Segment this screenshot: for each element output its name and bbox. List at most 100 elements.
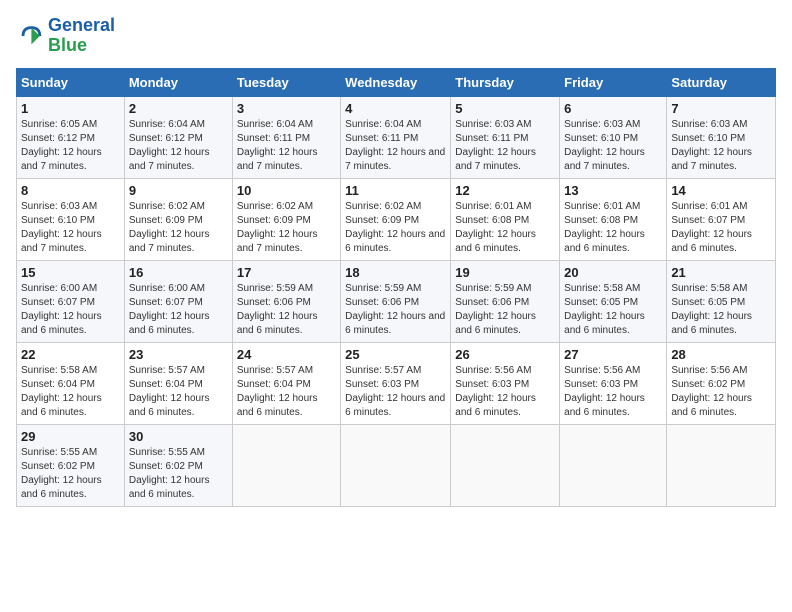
day-number: 22 [21,347,120,362]
day-info: Sunrise: 6:02 AM Sunset: 6:09 PM Dayligh… [237,200,336,256]
calendar-cell: 8 Sunrise: 6:03 AM Sunset: 6:10 PM Dayli… [17,178,125,260]
day-info: Sunrise: 5:58 AM Sunset: 6:05 PM Dayligh… [564,282,662,338]
day-number: 27 [564,347,662,362]
calendar-cell: 17 Sunrise: 5:59 AM Sunset: 6:06 PM Dayl… [232,260,340,342]
calendar-cell [341,424,451,506]
day-info: Sunrise: 5:57 AM Sunset: 6:03 PM Dayligh… [345,364,446,420]
day-number: 24 [237,347,336,362]
day-number: 12 [455,183,555,198]
calendar-cell: 15 Sunrise: 6:00 AM Sunset: 6:07 PM Dayl… [17,260,125,342]
calendar-cell: 16 Sunrise: 6:00 AM Sunset: 6:07 PM Dayl… [124,260,232,342]
calendar-cell [667,424,776,506]
day-number: 19 [455,265,555,280]
weekday-header-saturday: Saturday [667,68,776,96]
day-number: 30 [129,429,228,444]
day-number: 23 [129,347,228,362]
calendar-week-row: 8 Sunrise: 6:03 AM Sunset: 6:10 PM Dayli… [17,178,776,260]
calendar-cell: 25 Sunrise: 5:57 AM Sunset: 6:03 PM Dayl… [341,342,451,424]
calendar-cell: 24 Sunrise: 5:57 AM Sunset: 6:04 PM Dayl… [232,342,340,424]
day-info: Sunrise: 5:55 AM Sunset: 6:02 PM Dayligh… [21,446,120,502]
day-number: 5 [455,101,555,116]
calendar-table: SundayMondayTuesdayWednesdayThursdayFrid… [16,68,776,507]
logo-text: General Blue [48,16,115,56]
day-number: 11 [345,183,446,198]
day-info: Sunrise: 5:56 AM Sunset: 6:03 PM Dayligh… [564,364,662,420]
calendar-cell: 2 Sunrise: 6:04 AM Sunset: 6:12 PM Dayli… [124,96,232,178]
day-number: 15 [21,265,120,280]
day-info: Sunrise: 5:58 AM Sunset: 6:05 PM Dayligh… [671,282,771,338]
weekday-header-tuesday: Tuesday [232,68,340,96]
calendar-cell: 1 Sunrise: 6:05 AM Sunset: 6:12 PM Dayli… [17,96,125,178]
day-info: Sunrise: 6:04 AM Sunset: 6:12 PM Dayligh… [129,118,228,174]
day-info: Sunrise: 6:03 AM Sunset: 6:10 PM Dayligh… [21,200,120,256]
calendar-cell [232,424,340,506]
day-number: 17 [237,265,336,280]
calendar-cell: 27 Sunrise: 5:56 AM Sunset: 6:03 PM Dayl… [560,342,667,424]
calendar-cell: 6 Sunrise: 6:03 AM Sunset: 6:10 PM Dayli… [560,96,667,178]
calendar-cell: 10 Sunrise: 6:02 AM Sunset: 6:09 PM Dayl… [232,178,340,260]
day-number: 29 [21,429,120,444]
day-info: Sunrise: 5:56 AM Sunset: 6:02 PM Dayligh… [671,364,771,420]
day-number: 8 [21,183,120,198]
day-number: 1 [21,101,120,116]
calendar-week-row: 1 Sunrise: 6:05 AM Sunset: 6:12 PM Dayli… [17,96,776,178]
day-info: Sunrise: 5:57 AM Sunset: 6:04 PM Dayligh… [237,364,336,420]
day-number: 3 [237,101,336,116]
day-number: 26 [455,347,555,362]
day-number: 21 [671,265,771,280]
calendar-week-row: 22 Sunrise: 5:58 AM Sunset: 6:04 PM Dayl… [17,342,776,424]
day-number: 13 [564,183,662,198]
day-number: 4 [345,101,446,116]
logo: General Blue [16,16,115,56]
calendar-cell: 18 Sunrise: 5:59 AM Sunset: 6:06 PM Dayl… [341,260,451,342]
day-number: 7 [671,101,771,116]
day-number: 6 [564,101,662,116]
calendar-cell: 4 Sunrise: 6:04 AM Sunset: 6:11 PM Dayli… [341,96,451,178]
day-info: Sunrise: 6:03 AM Sunset: 6:10 PM Dayligh… [671,118,771,174]
day-info: Sunrise: 6:02 AM Sunset: 6:09 PM Dayligh… [345,200,446,256]
day-number: 14 [671,183,771,198]
calendar-cell: 29 Sunrise: 5:55 AM Sunset: 6:02 PM Dayl… [17,424,125,506]
day-info: Sunrise: 5:59 AM Sunset: 6:06 PM Dayligh… [455,282,555,338]
logo-icon [16,22,44,50]
calendar-cell: 12 Sunrise: 6:01 AM Sunset: 6:08 PM Dayl… [451,178,560,260]
calendar-cell [560,424,667,506]
day-number: 28 [671,347,771,362]
weekday-header-wednesday: Wednesday [341,68,451,96]
weekday-header-thursday: Thursday [451,68,560,96]
day-info: Sunrise: 5:55 AM Sunset: 6:02 PM Dayligh… [129,446,228,502]
day-number: 20 [564,265,662,280]
calendar-cell: 20 Sunrise: 5:58 AM Sunset: 6:05 PM Dayl… [560,260,667,342]
weekday-header-monday: Monday [124,68,232,96]
calendar-week-row: 15 Sunrise: 6:00 AM Sunset: 6:07 PM Dayl… [17,260,776,342]
day-info: Sunrise: 5:58 AM Sunset: 6:04 PM Dayligh… [21,364,120,420]
day-info: Sunrise: 5:59 AM Sunset: 6:06 PM Dayligh… [237,282,336,338]
calendar-week-row: 29 Sunrise: 5:55 AM Sunset: 6:02 PM Dayl… [17,424,776,506]
day-number: 9 [129,183,228,198]
day-number: 16 [129,265,228,280]
calendar-cell [451,424,560,506]
day-number: 10 [237,183,336,198]
day-info: Sunrise: 6:04 AM Sunset: 6:11 PM Dayligh… [237,118,336,174]
calendar-cell: 23 Sunrise: 5:57 AM Sunset: 6:04 PM Dayl… [124,342,232,424]
day-info: Sunrise: 6:05 AM Sunset: 6:12 PM Dayligh… [21,118,120,174]
calendar-cell: 5 Sunrise: 6:03 AM Sunset: 6:11 PM Dayli… [451,96,560,178]
day-info: Sunrise: 5:57 AM Sunset: 6:04 PM Dayligh… [129,364,228,420]
calendar-cell: 26 Sunrise: 5:56 AM Sunset: 6:03 PM Dayl… [451,342,560,424]
day-info: Sunrise: 6:02 AM Sunset: 6:09 PM Dayligh… [129,200,228,256]
calendar-cell: 14 Sunrise: 6:01 AM Sunset: 6:07 PM Dayl… [667,178,776,260]
calendar-cell: 19 Sunrise: 5:59 AM Sunset: 6:06 PM Dayl… [451,260,560,342]
calendar-cell: 22 Sunrise: 5:58 AM Sunset: 6:04 PM Dayl… [17,342,125,424]
day-number: 25 [345,347,446,362]
day-info: Sunrise: 6:03 AM Sunset: 6:11 PM Dayligh… [455,118,555,174]
day-info: Sunrise: 6:01 AM Sunset: 6:08 PM Dayligh… [564,200,662,256]
calendar-cell: 13 Sunrise: 6:01 AM Sunset: 6:08 PM Dayl… [560,178,667,260]
day-info: Sunrise: 6:00 AM Sunset: 6:07 PM Dayligh… [129,282,228,338]
day-info: Sunrise: 6:00 AM Sunset: 6:07 PM Dayligh… [21,282,120,338]
day-info: Sunrise: 5:59 AM Sunset: 6:06 PM Dayligh… [345,282,446,338]
calendar-cell: 3 Sunrise: 6:04 AM Sunset: 6:11 PM Dayli… [232,96,340,178]
calendar-cell: 9 Sunrise: 6:02 AM Sunset: 6:09 PM Dayli… [124,178,232,260]
day-info: Sunrise: 5:56 AM Sunset: 6:03 PM Dayligh… [455,364,555,420]
calendar-cell: 28 Sunrise: 5:56 AM Sunset: 6:02 PM Dayl… [667,342,776,424]
calendar-cell: 11 Sunrise: 6:02 AM Sunset: 6:09 PM Dayl… [341,178,451,260]
